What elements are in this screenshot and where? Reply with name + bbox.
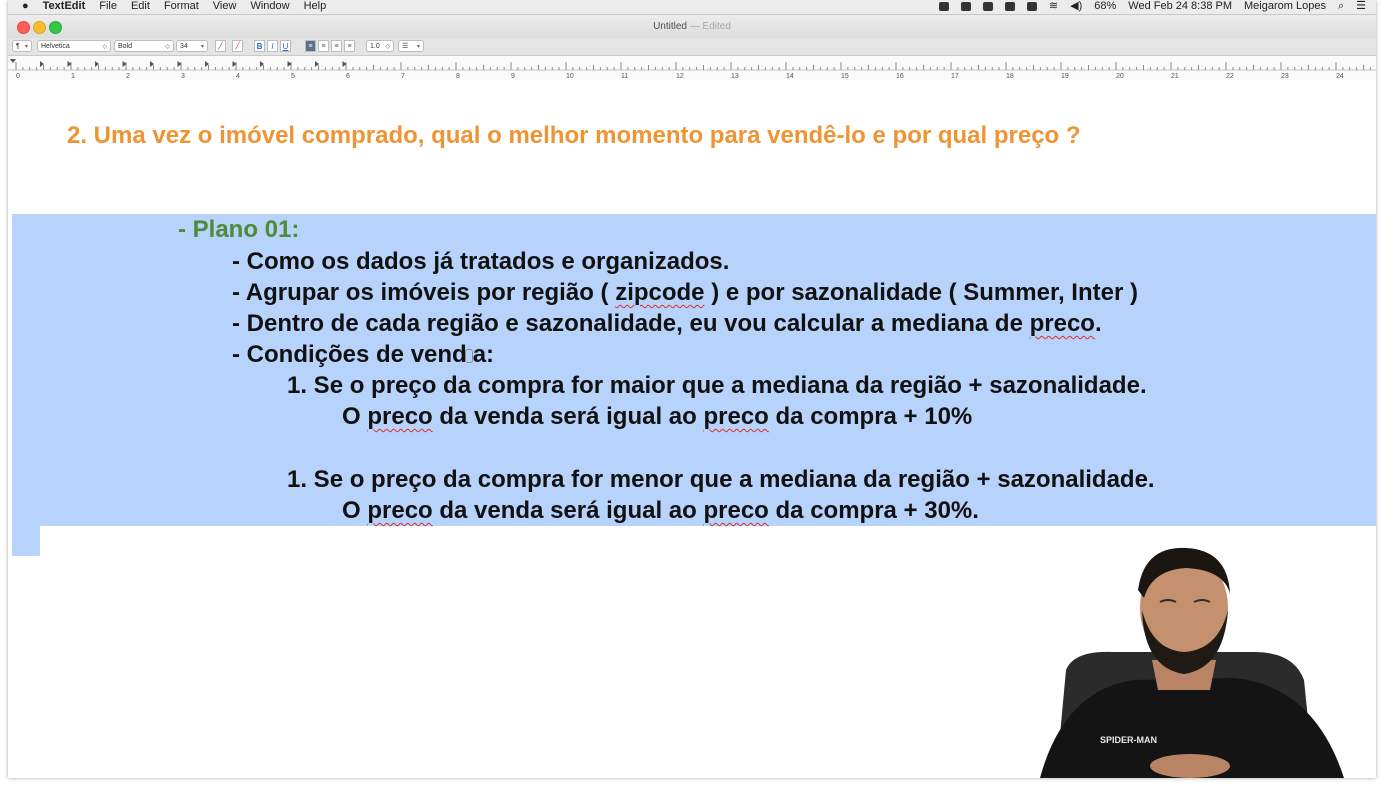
- menu-file[interactable]: File: [99, 0, 117, 12]
- sale-result-1: O preco da venda será igual ao preco da …: [342, 403, 973, 430]
- ruler-label: 14: [786, 73, 794, 80]
- ruler-label: 22: [1226, 73, 1234, 80]
- ruler-label: 23: [1281, 73, 1289, 80]
- menu-bar-status: ≋ ◀) 68% Wed Feb 24 8:38 PM Meigarom Lop…: [938, 0, 1366, 12]
- edited-status: — Edited: [689, 21, 731, 32]
- presenter-image: SPIDER-MAN: [1040, 547, 1344, 778]
- menu-edit[interactable]: Edit: [131, 0, 150, 12]
- misspelled-word[interactable]: preco: [367, 403, 432, 430]
- align-right-button[interactable]: ≡: [344, 40, 355, 52]
- ruler-label: 17: [951, 73, 959, 80]
- sale-rule-1: 1. Se o preço da compra for maior que a …: [287, 372, 1147, 399]
- status-app-icon[interactable]: [1026, 1, 1037, 11]
- ruler-label: 11: [621, 73, 628, 80]
- status-app-icon[interactable]: [1004, 1, 1015, 11]
- ruler-label: 7: [401, 73, 405, 80]
- bold-button[interactable]: B: [254, 40, 265, 52]
- sale-result-2: O preco da venda será igual ao preco da …: [342, 497, 979, 524]
- ruler-label: 19: [1061, 73, 1069, 80]
- plan-step-3: - Dentro de cada região e sazonalidade, …: [232, 310, 1102, 337]
- ruler-label: 4: [236, 73, 240, 80]
- menu-help[interactable]: Help: [304, 0, 327, 12]
- align-center-button[interactable]: ≡: [318, 40, 329, 52]
- misspelled-word[interactable]: preco: [703, 403, 768, 430]
- plan-title: - Plano 01:: [178, 216, 300, 243]
- text-color-well[interactable]: ╱: [215, 40, 226, 52]
- text-cursor-icon: [464, 348, 473, 363]
- font-size-select[interactable]: 34 ▾: [176, 40, 208, 52]
- ruler-label: 10: [566, 73, 574, 80]
- line-spacing-select[interactable]: 1.0 ◇: [366, 40, 394, 52]
- ruler-label: 20: [1116, 73, 1124, 80]
- battery-percent[interactable]: 68%: [1094, 0, 1116, 12]
- highlight-color-well[interactable]: ╱: [232, 40, 243, 52]
- format-toolbar: ¶ ▾ Helvetica ◇ Bold ◇ 34 ▾ ╱ ╱ B I U ≡ ≡ ≡ …: [8, 38, 1376, 56]
- ruler-label: 1: [71, 73, 75, 80]
- menu-window[interactable]: Window: [250, 0, 289, 12]
- ruler-label: 13: [731, 73, 739, 80]
- ruler-label: 18: [1006, 73, 1014, 80]
- sale-rule-2: 1. Se o preço da compra for menor que a …: [287, 466, 1155, 493]
- shirt-print-text: SPIDER-MAN: [1100, 735, 1157, 745]
- align-left-button[interactable]: ≡: [305, 40, 316, 52]
- plan-step-1: - Como os dados já tratados e organizado…: [232, 248, 730, 275]
- status-app-icon[interactable]: [960, 1, 971, 11]
- list-style-select[interactable]: ☰ ▾: [398, 40, 424, 52]
- ruler-label: 15: [841, 73, 849, 80]
- ruler-label: 8: [456, 73, 460, 80]
- ruler-label: 2: [126, 73, 130, 80]
- document-title: Untitled: [653, 21, 687, 32]
- textedit-window: ● TextEdit File Edit Format View Window …: [8, 0, 1376, 778]
- font-style-select[interactable]: Bold ◇: [114, 40, 174, 52]
- ruler-label: 5: [291, 73, 295, 80]
- menu-app-name[interactable]: TextEdit: [43, 0, 86, 12]
- misspelled-word[interactable]: preco: [703, 497, 768, 524]
- plan-step-4: - Condições de vend a:: [232, 341, 495, 368]
- indent-marker[interactable]: [10, 59, 16, 63]
- misspelled-word[interactable]: preco: [1030, 310, 1095, 337]
- user-name[interactable]: Meigarom Lopes: [1244, 0, 1326, 12]
- notification-center-icon[interactable]: ☰: [1356, 0, 1366, 12]
- paragraph-style-select[interactable]: ¶ ▾: [12, 40, 32, 52]
- apple-menu-icon[interactable]: ●: [22, 0, 29, 12]
- window-title-bar: Untitled — Edited: [8, 15, 1376, 38]
- webcam-presenter-overlay: SPIDER-MAN: [1004, 540, 1376, 778]
- ruler-label: 16: [896, 73, 904, 80]
- ruler-label: 9: [511, 73, 515, 80]
- status-app-icon[interactable]: [982, 1, 993, 11]
- misspelled-word[interactable]: zipcode: [615, 279, 704, 306]
- ruler[interactable]: 0 1 2 3 4 5 6 7 8 9 10 11 12 13 14 15 16 17 18 19 20 21 22 23 24: [8, 56, 1376, 81]
- window-title: Untitled — Edited: [8, 21, 1376, 32]
- ruler-label: 6: [346, 73, 350, 80]
- align-justify-button[interactable]: ≡: [331, 40, 342, 52]
- menu-view[interactable]: View: [213, 0, 237, 12]
- menu-bar-left: ● TextEdit File Edit Format View Window …: [22, 0, 326, 12]
- ruler-label: 3: [181, 73, 185, 80]
- menu-format[interactable]: Format: [164, 0, 199, 12]
- ruler-label: 0: [16, 73, 20, 80]
- misspelled-word[interactable]: preco: [367, 497, 432, 524]
- text-selection-highlight-tail: [12, 526, 40, 556]
- italic-button[interactable]: I: [267, 40, 278, 52]
- wifi-icon[interactable]: ≋: [1049, 0, 1058, 12]
- menu-bar: ● TextEdit File Edit Format View Window …: [8, 0, 1376, 15]
- plan-step-2: - Agrupar os imóveis por região ( zipcod…: [232, 279, 1138, 306]
- ruler-label: 12: [676, 73, 684, 80]
- document-heading: 2. Uma vez o imóvel comprado, qual o mel…: [67, 122, 1081, 149]
- clock[interactable]: Wed Feb 24 8:38 PM: [1128, 0, 1232, 12]
- ruler-scale: 0 1 2 3 4 5 6 7 8 9 10 11 12 13 14 15 16 17 18 19 20 21 22 23 24: [8, 59, 1376, 80]
- ruler-label: 24: [1336, 73, 1344, 80]
- font-family-select[interactable]: Helvetica ◇: [37, 40, 111, 52]
- ruler-label: 21: [1171, 73, 1179, 80]
- status-app-icon[interactable]: [938, 1, 949, 11]
- volume-icon[interactable]: ◀): [1070, 0, 1082, 12]
- underline-button[interactable]: U: [280, 40, 291, 52]
- spotlight-search-icon[interactable]: ⌕: [1338, 0, 1344, 12]
